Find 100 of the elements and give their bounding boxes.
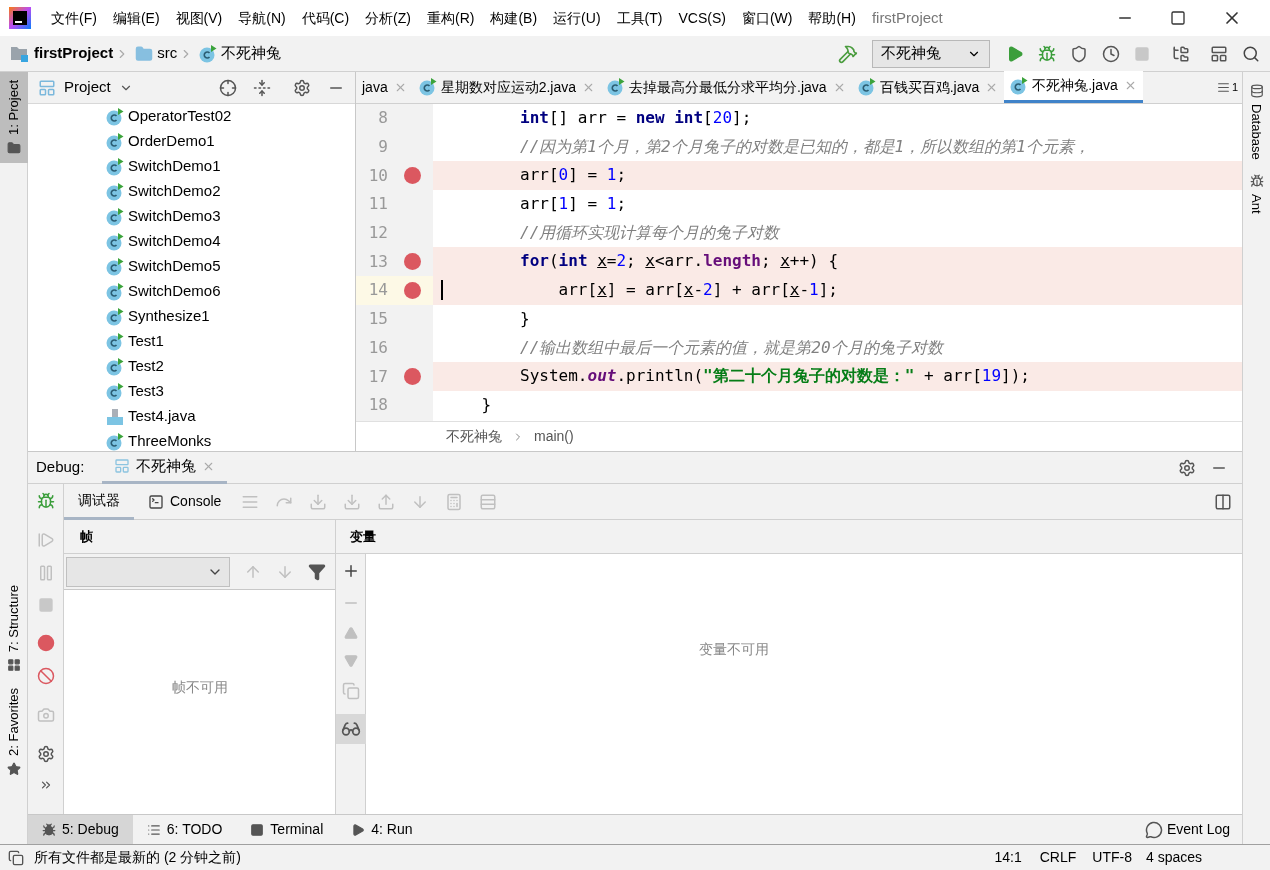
tool-window-tab[interactable]: Terminal [236,814,338,845]
tool-window-tab[interactable]: 5: Debug [28,814,133,845]
menu-item[interactable]: 视图(V) [167,7,231,29]
watches-toggle[interactable] [335,714,366,744]
run-icon[interactable] [1006,44,1024,63]
breakpoint-icon[interactable] [404,167,421,185]
debug-tab[interactable]: Console [134,483,236,520]
collapse-icon[interactable] [253,78,271,97]
class-icon [857,78,876,96]
line-number: 18 [367,394,388,417]
tree-item[interactable]: Test4.java [128,405,196,428]
menu-item[interactable]: 分析(Z) [357,7,419,29]
tree-item[interactable]: Test2 [128,355,164,378]
class-icon [106,332,124,351]
breakpoint-icon[interactable] [404,253,421,271]
debug-session-tab[interactable]: 不死神兔 [102,451,228,484]
indent-setting[interactable]: 4 spaces [1145,847,1202,868]
menu-item[interactable]: 工具(T) [608,7,671,29]
mute-breakpoints-icon[interactable] [36,667,55,685]
project-icon[interactable] [6,140,21,155]
menu-item[interactable]: 导航(N) [230,7,294,29]
tree-item[interactable]: SwitchDemo2 [128,180,221,203]
debug-icon[interactable] [36,492,55,510]
menu-item[interactable]: 文件(F) [43,7,105,29]
editor-tab[interactable]: java [356,71,413,103]
profile-icon[interactable] [1102,44,1120,63]
editor-tab[interactable]: 百钱买百鸡.java [851,71,1005,103]
tree-item[interactable]: SwitchDemo6 [128,280,221,303]
tool-window-tab[interactable]: 2: Favorites [0,680,28,784]
structure-icon[interactable] [6,658,21,673]
menu-item[interactable]: 重构(R) [419,7,483,29]
code-breadcrumb[interactable]: 不死神兔 [446,426,502,447]
cursor-position[interactable]: 14:1 [994,847,1022,868]
todo-icon [146,822,161,837]
settings-icon[interactable] [293,78,311,97]
tree-item[interactable]: Synthesize1 [128,305,210,328]
breakpoint-icon[interactable] [404,368,421,386]
menu-item[interactable]: 构建(B) [482,7,546,29]
filter-icon[interactable] [308,562,326,581]
menu-item[interactable]: 窗口(W) [733,7,801,29]
settings-icon[interactable] [1178,458,1196,477]
editor-tab[interactable]: 去掉最高分最低分求平均分.java [601,71,852,103]
tool-window-tab[interactable]: 7: Structure [0,576,28,681]
debug-icon[interactable] [1038,44,1056,63]
code-line: int[] arr = new int[20]; [519,107,752,129]
project-structure-icon[interactable] [1172,44,1190,63]
run-panel-icon[interactable] [1210,44,1228,63]
run-icon [351,822,366,837]
tool-window-tab[interactable]: 6: TODO [132,814,237,845]
menu-item[interactable]: 编辑(E) [104,7,168,29]
empty-message: 帧不可用 [171,677,228,697]
breadcrumb-item[interactable]: 不死神兔 [221,42,282,65]
tree-item[interactable]: OperatorTest02 [128,105,232,128]
locate-icon[interactable] [219,78,237,97]
tab-list-icon[interactable] [1216,80,1230,94]
menu-item[interactable]: 帮助(H) [800,7,864,29]
class-icon [106,157,124,176]
tree-item[interactable]: OrderDemo1 [128,130,215,153]
tool-window-tab[interactable]: Ant [1246,173,1267,214]
tree-item[interactable]: SwitchDemo4 [128,230,221,253]
event-log-icon[interactable] [1144,820,1163,839]
hammer-icon[interactable] [838,43,858,64]
coverage-icon[interactable] [1070,44,1088,63]
tree-item[interactable]: Test1 [128,330,164,353]
breakpoint-icon[interactable] [404,281,421,299]
layout-icon[interactable] [1214,492,1232,511]
breadcrumb-item[interactable]: src [157,42,178,65]
maximize-icon[interactable] [1170,10,1186,26]
editor-tab[interactable]: 星期数对应运动2.java [412,71,602,103]
tree-item[interactable]: SwitchDemo5 [128,255,221,278]
event-log-tab[interactable]: Event Log [1166,819,1230,840]
editor-tab[interactable]: 不死神兔.java [1004,71,1143,103]
breadcrumb-item[interactable]: firstProject [34,42,114,65]
line-number: 12 [367,222,388,245]
encoding[interactable]: UTF-8 [1092,847,1132,868]
breakpoints-icon[interactable] [36,634,55,652]
class-icon [1010,76,1029,95]
code-breadcrumb[interactable]: main() [534,426,574,447]
menu-item[interactable]: VCS(S) [670,7,734,29]
tool-window-tab[interactable]: Database [1246,84,1267,160]
tool-window-tab[interactable]: 1: Project [0,72,28,163]
menu-item[interactable]: 运行(U) [545,7,609,29]
tree-item[interactable]: Test3 [128,380,164,403]
tree-item[interactable]: SwitchDemo3 [128,205,221,228]
project-view-icon [38,78,56,97]
favorites-icon[interactable] [6,762,21,776]
line-number: 9 [377,136,388,159]
line-separator[interactable]: CRLF [1039,847,1077,868]
tool-window-tab[interactable]: 4: Run [337,814,427,845]
settings-icon[interactable] [36,745,55,763]
debug-icon [42,822,56,837]
menu-item[interactable]: 代码(C) [293,7,358,29]
debug-tab[interactable]: 调试器 [64,483,134,520]
run-config-select[interactable]: 不死神兔 [872,39,990,68]
tree-item[interactable]: ThreeMonks [128,430,212,451]
search-icon[interactable] [1242,44,1260,63]
class-icon [106,282,124,301]
panel-title[interactable]: Project [64,76,111,99]
tree-item[interactable]: SwitchDemo1 [128,155,221,178]
tab-count: 1 [1231,79,1238,95]
